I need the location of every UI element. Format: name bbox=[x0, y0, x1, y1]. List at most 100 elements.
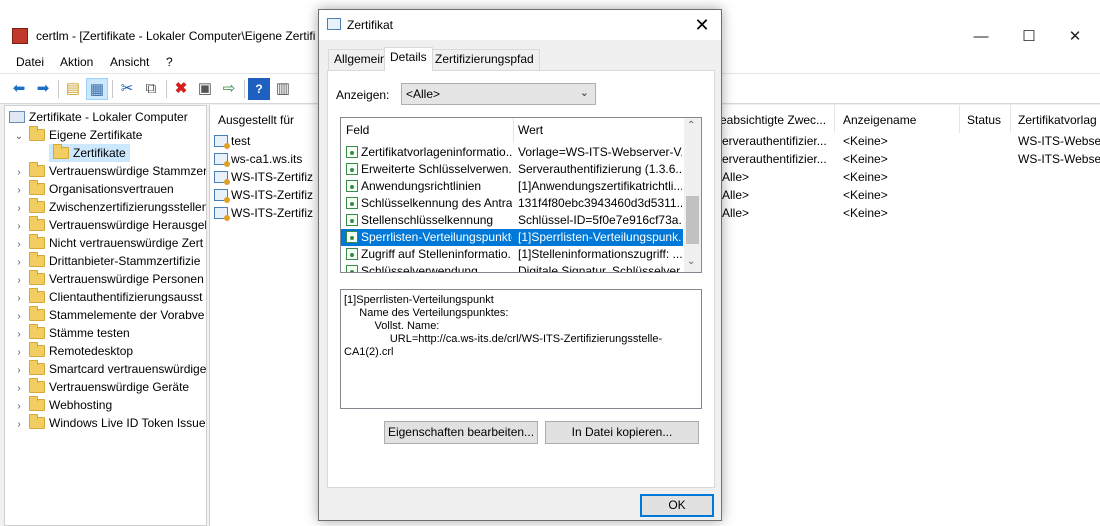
menu-ansicht[interactable]: Ansicht bbox=[110, 55, 149, 69]
tree-item-label: Zertifikate - Lokaler Computer bbox=[29, 110, 188, 124]
folder-icon bbox=[29, 324, 45, 339]
tree-item-label: Stammelemente der Vorabve bbox=[49, 308, 205, 322]
scroll-up-icon[interactable]: ⌃ bbox=[687, 120, 695, 131]
table-row[interactable]: WS-ITS-Zertifiz bbox=[214, 204, 314, 222]
column-divider[interactable] bbox=[959, 105, 960, 133]
minimize-button[interactable]: — bbox=[958, 24, 1004, 50]
field-name: Zertifikatvorlageninformatio... bbox=[361, 145, 512, 159]
menu-aktion[interactable]: Aktion bbox=[60, 55, 93, 69]
cell-issued-to: test bbox=[231, 134, 251, 148]
field-name: Erweiterte Schlüsselverwen... bbox=[361, 162, 512, 176]
cell-friendly-name: <Keine> bbox=[843, 152, 888, 166]
table-row[interactable]: test bbox=[214, 132, 314, 150]
field-detail-textbox[interactable]: [1]Sperrlisten-Verteilungspunkt Name des… bbox=[340, 289, 702, 409]
tree-item-eigene-zertifikate[interactable]: ⌄ Eigene Zertifikate bbox=[13, 126, 142, 144]
scroll-down-icon[interactable]: ⌄ bbox=[687, 256, 695, 267]
tree-item[interactable]: › Webhosting bbox=[13, 396, 112, 414]
field-row-selected[interactable]: Sperrlisten-Verteilungspunkte [1]Sperrlis… bbox=[341, 229, 683, 246]
edit-properties-button[interactable]: Eigenschaften bearbeiten... bbox=[384, 421, 538, 444]
help-icon[interactable]: ? bbox=[248, 78, 270, 100]
column-header-purposes[interactable]: eabsichtigte Zwec... bbox=[720, 111, 826, 131]
table-row[interactable]: WS-ITS-Zertifiz bbox=[214, 168, 314, 186]
back-arrow-icon[interactable]: ⬅ bbox=[8, 78, 30, 100]
tree-item[interactable]: › Vertrauenswürdige Stammzer bbox=[13, 162, 206, 180]
chevron-down-icon[interactable]: ⌄ bbox=[13, 128, 25, 146]
field-row[interactable]: Schlüsselkennung des Antra... 131f4f80ebc… bbox=[341, 195, 683, 212]
field-icon bbox=[346, 231, 358, 243]
tree-item-zertifikate[interactable]: Zertifikate bbox=[49, 144, 130, 162]
tab-zertifizierungspfad[interactable]: Zertifizierungspfad bbox=[429, 49, 540, 70]
show-tree-icon[interactable]: ▦ bbox=[86, 78, 108, 100]
column-divider[interactable] bbox=[834, 105, 835, 133]
console-icon[interactable]: ▥ bbox=[272, 78, 294, 100]
field-row[interactable]: Anwendungsrichtlinien [1]Anwendungszertif… bbox=[341, 178, 683, 195]
tree-item[interactable]: › Clientauthentifizierungsausst bbox=[13, 288, 202, 306]
maximize-button[interactable]: ☐ bbox=[1006, 24, 1052, 50]
tree-item[interactable]: › Stämme testen bbox=[13, 324, 130, 342]
column-header-field[interactable]: Feld bbox=[341, 118, 513, 143]
cell-template: WS-ITS-Webse bbox=[1018, 152, 1100, 166]
up-folder-icon[interactable]: ▤ bbox=[62, 78, 84, 100]
tree-item-label: Nicht vertrauenswürdige Zert bbox=[49, 236, 204, 250]
forward-arrow-icon[interactable]: ➡ bbox=[32, 78, 54, 100]
field-row[interactable]: Erweiterte Schlüsselverwen... Serverauthe… bbox=[341, 161, 683, 178]
column-header-friendly-name[interactable]: Anzeigename bbox=[843, 111, 916, 131]
certificate-icon bbox=[214, 153, 230, 167]
tree-item[interactable]: › Windows Live ID Token Issuer bbox=[13, 414, 207, 434]
tree-item[interactable]: › Organisationsvertrauen bbox=[13, 180, 174, 198]
vertical-scrollbar[interactable]: ⌃ ⌄ bbox=[684, 118, 701, 272]
field-row[interactable]: Schlüsselverwendung Digitale Signatur, Sc… bbox=[341, 263, 683, 272]
cell-issued-to: WS-ITS-Zertifiz bbox=[231, 170, 313, 184]
toolbar-separator bbox=[58, 80, 59, 98]
chevron-right-icon[interactable]: › bbox=[13, 416, 25, 434]
menu-datei[interactable]: Datei bbox=[16, 55, 44, 69]
properties-icon[interactable]: ▣ bbox=[194, 78, 216, 100]
tree-item-label: Remotedesktop bbox=[49, 344, 134, 358]
tree-item[interactable]: › Drittanbieter-Stammzertifizie bbox=[13, 252, 200, 270]
close-button[interactable]: ✕ bbox=[1052, 24, 1098, 50]
table-row[interactable]: ws-ca1.ws.its bbox=[214, 150, 314, 168]
field-value: [1]Anwendungszertifikatrichtli... bbox=[518, 179, 682, 193]
table-row[interactable]: WS-ITS-Zertifiz bbox=[214, 186, 314, 204]
column-divider[interactable] bbox=[1010, 105, 1011, 133]
field-row[interactable]: Zertifikatvorlageninformatio... Vorlage=W… bbox=[341, 144, 683, 161]
tree-root[interactable]: Zertifikate - Lokaler Computer bbox=[9, 108, 188, 126]
tree-item[interactable]: › Vertrauenswürdige Personen bbox=[13, 270, 204, 288]
column-header-value[interactable]: Wert bbox=[513, 118, 684, 143]
tree-item[interactable]: › Smartcard vertrauenswürdige bbox=[13, 360, 206, 378]
menu-help[interactable]: ? bbox=[166, 55, 173, 69]
tree-item[interactable]: › Vertrauenswürdige Geräte bbox=[13, 378, 189, 396]
tab-allgemein[interactable]: Allgemein bbox=[328, 49, 393, 70]
cut-icon[interactable]: ✂ bbox=[116, 78, 138, 100]
field-icon bbox=[346, 180, 358, 192]
tree-item[interactable]: › Zwischenzertifizierungsstellen bbox=[13, 198, 206, 216]
tree-item-label: Windows Live ID Token Issuer bbox=[49, 416, 207, 430]
scroll-thumb[interactable] bbox=[686, 196, 699, 244]
column-header-template[interactable]: Zertifikatvorlag bbox=[1018, 111, 1097, 131]
tree-item[interactable]: › Remotedesktop bbox=[13, 342, 133, 360]
tree-item-label: Stämme testen bbox=[49, 326, 130, 340]
field-row[interactable]: Stellenschlüsselkennung Schlüssel-ID=5f0e… bbox=[341, 212, 683, 229]
show-dropdown[interactable]: <Alle> ⌄ bbox=[401, 83, 596, 105]
tree-item[interactable]: › Vertrauenswürdige Herausgeb bbox=[13, 216, 206, 234]
copy-icon[interactable]: ⧉ bbox=[140, 78, 162, 100]
tree-item[interactable]: › Nicht vertrauenswürdige Zert bbox=[13, 234, 203, 252]
ok-button[interactable]: OK bbox=[640, 494, 714, 517]
window-title: certlm - [Zertifikate - Lokaler Computer… bbox=[36, 29, 316, 43]
tab-details[interactable]: Details bbox=[384, 47, 433, 71]
delete-icon[interactable]: ✖ bbox=[170, 78, 192, 100]
dialog-close-button[interactable]: ✕ bbox=[687, 12, 717, 38]
certificate-icon bbox=[214, 171, 230, 185]
app-icon bbox=[12, 28, 28, 44]
folder-icon bbox=[29, 306, 45, 321]
cell-friendly-name: <Keine> bbox=[843, 170, 888, 184]
column-header-issued-to[interactable]: Ausgestellt für bbox=[218, 111, 294, 131]
copy-to-file-button[interactable]: In Datei kopieren... bbox=[545, 421, 699, 444]
tree-item[interactable]: › Stammelemente der Vorabve bbox=[13, 306, 204, 324]
certificate-dialog: Zertifikat ✕ Allgemein Details Zertifizi… bbox=[318, 9, 722, 521]
export-icon[interactable]: ⇨ bbox=[218, 78, 240, 100]
certificate-icon bbox=[214, 135, 230, 149]
field-row[interactable]: Zugriff auf Stelleninformatio... [1]Stell… bbox=[341, 246, 683, 263]
column-header-status[interactable]: Status bbox=[967, 111, 1001, 131]
field-icon bbox=[346, 146, 358, 158]
